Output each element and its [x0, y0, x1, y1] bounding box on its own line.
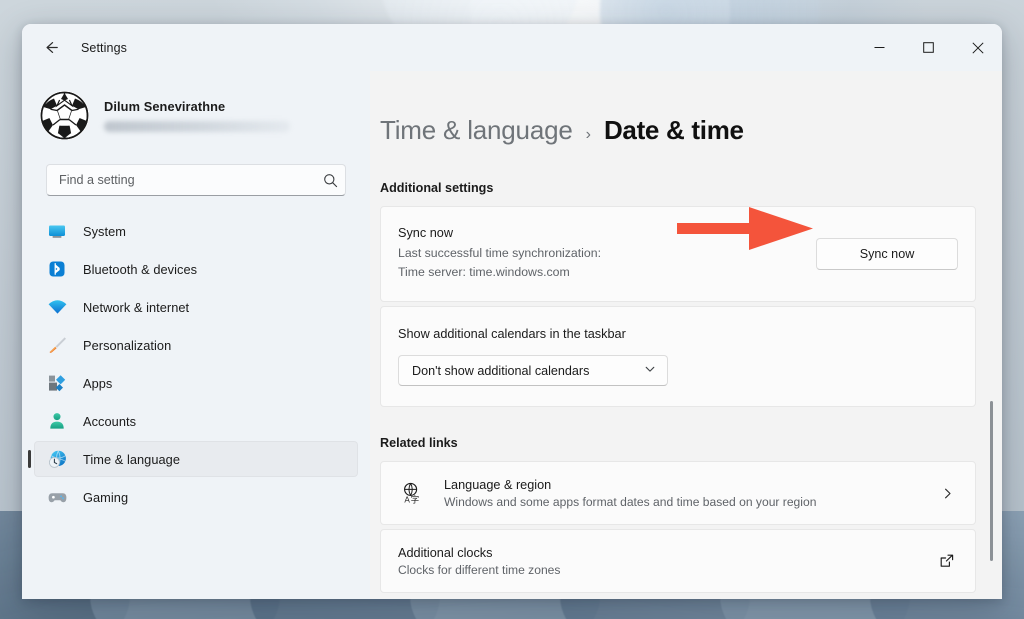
sidebar-item-label: Bluetooth & devices [83, 261, 198, 277]
sync-now-title: Sync now [398, 225, 454, 240]
sidebar-item-label: Personalization [83, 337, 172, 353]
chevron-right-icon [936, 482, 958, 504]
breadcrumb-parent-link[interactable]: Time & language [380, 115, 573, 146]
language-globe-icon: A 字 [398, 480, 424, 506]
related-link-title: Language & region [444, 477, 552, 492]
avatar [40, 90, 89, 140]
sidebar-item-apps[interactable]: Apps [34, 365, 358, 401]
sidebar-item-label: Time & language [83, 451, 181, 467]
back-button[interactable] [35, 32, 67, 64]
additional-calendars-label: Show additional calendars in the taskbar [398, 327, 626, 341]
sidebar-item-label: Gaming [83, 489, 129, 505]
close-button[interactable] [953, 24, 1002, 71]
magnifier-icon [323, 173, 337, 187]
sidebar-item-label: Accounts [83, 413, 137, 429]
search-box[interactable] [46, 164, 346, 196]
external-link-icon [936, 550, 958, 572]
page-title: Date & time [603, 115, 744, 145]
account-name: Dilum Senevirathne [104, 98, 226, 114]
sidebar-item-system[interactable]: System [34, 213, 358, 249]
person-icon [46, 410, 68, 432]
settings-window: Settings Dilum Senevirathne Find a setti… [22, 24, 1002, 599]
paintbrush-icon [46, 334, 68, 356]
section-heading-additional-settings: Additional settings [380, 181, 494, 195]
related-link-additional-clocks[interactable]: Additional clocks Clocks for different t… [380, 529, 976, 593]
sidebar-item-label: System [83, 223, 126, 239]
soccer-ball-avatar-icon [40, 91, 89, 139]
title-bar: Settings [22, 24, 1002, 71]
app-title: Settings [81, 40, 127, 55]
related-link-title: Additional clocks [398, 545, 493, 560]
sidebar-nav: System Bluetooth & devices Network & int… [22, 213, 370, 515]
related-links-cards: A 字 Language & region Windows and some a… [380, 461, 976, 593]
window-controls [855, 24, 1002, 71]
sidebar-item-network-internet[interactable]: Network & internet [34, 289, 358, 325]
language-region-text: Language & region Windows and some apps … [444, 478, 936, 509]
sync-now-text: Sync now Last successful time synchroniz… [398, 226, 816, 282]
main-content: Time & language › Date & time Additional… [370, 71, 1002, 599]
maximize-button[interactable] [904, 24, 953, 71]
chevron-down-icon [644, 362, 656, 380]
arrow-left-icon [46, 42, 58, 53]
svg-text:A: A [404, 495, 410, 504]
sync-now-button[interactable]: Sync now [816, 238, 958, 270]
section-heading-related-links: Related links [380, 436, 458, 450]
scrollbar-thumb[interactable] [990, 401, 993, 561]
monitor-icon [46, 220, 68, 242]
sidebar-item-bluetooth-devices[interactable]: Bluetooth & devices [34, 251, 358, 287]
svg-text:字: 字 [411, 493, 420, 505]
sidebar: Dilum Senevirathne Find a setting System… [22, 71, 370, 599]
apps-grid-icon [46, 372, 68, 394]
last-sync-line: Last successful time synchronization: [398, 245, 601, 260]
clock-globe-icon [46, 448, 68, 470]
account-block[interactable]: Dilum Senevirathne [40, 85, 370, 145]
related-link-subtitle: Clocks for different time zones [398, 562, 561, 577]
sidebar-item-personalization[interactable]: Personalization [34, 327, 358, 363]
additional-settings-cards: Sync now Last successful time synchroniz… [380, 206, 976, 407]
wifi-icon [46, 296, 68, 318]
account-email-redacted [104, 120, 290, 132]
time-server-line: Time server: time.windows.com [398, 265, 570, 279]
maximize-icon [923, 42, 934, 53]
minimize-icon [874, 47, 885, 48]
related-link-subtitle: Windows and some apps format dates and t… [444, 494, 817, 509]
dropdown-selected-value: Don't show additional calendars [412, 363, 590, 378]
sidebar-item-gaming[interactable]: Gaming [34, 479, 358, 515]
sidebar-item-label: Network & internet [83, 299, 190, 315]
sidebar-item-label: Apps [83, 375, 113, 391]
additional-clocks-text: Additional clocks Clocks for different t… [398, 546, 936, 577]
additional-calendars-dropdown[interactable]: Don't show additional calendars [398, 355, 668, 386]
sidebar-item-accounts[interactable]: Accounts [34, 403, 358, 439]
vertical-scrollbar[interactable] [986, 71, 998, 599]
window-body: Dilum Senevirathne Find a setting System… [22, 71, 1002, 599]
sidebar-item-time-language[interactable]: Time & language [28, 441, 358, 477]
minimize-button[interactable] [855, 24, 904, 71]
additional-calendars-card: Show additional calendars in the taskbar… [380, 306, 976, 407]
breadcrumb: Time & language › Date & time [370, 115, 1002, 146]
close-icon [971, 41, 984, 54]
search-input[interactable] [47, 173, 315, 187]
account-text: Dilum Senevirathne [104, 99, 290, 132]
sync-now-card: Sync now Last successful time synchroniz… [380, 206, 976, 302]
related-link-language-region[interactable]: A 字 Language & region Windows and some a… [380, 461, 976, 525]
gamepad-icon [46, 486, 68, 508]
search-icon[interactable] [315, 173, 345, 188]
breadcrumb-separator: › [585, 126, 591, 143]
bluetooth-icon [46, 258, 68, 280]
